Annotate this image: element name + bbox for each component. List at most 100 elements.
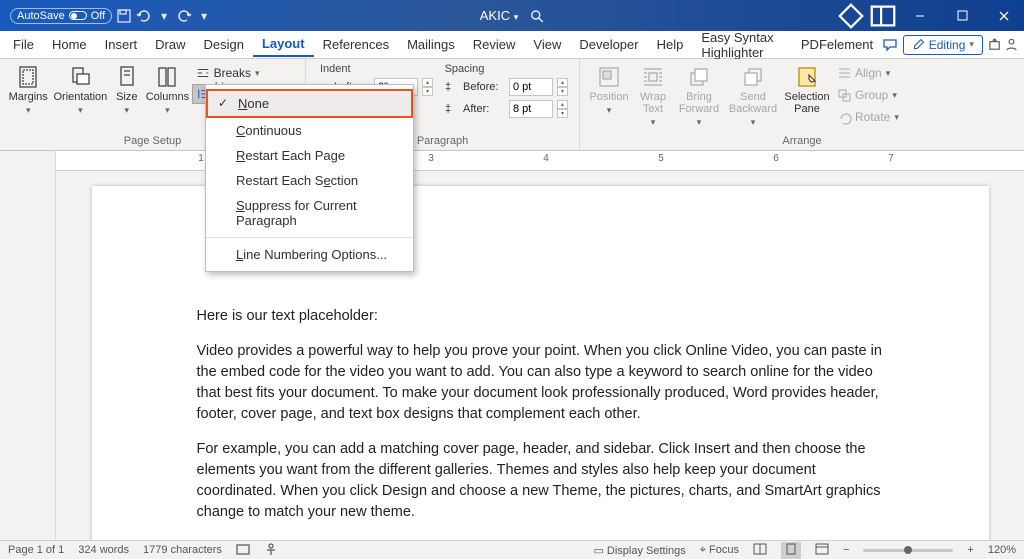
ribbon: Margins▾ Orientation▾ Size▾ Columns▾ Bre… [0,59,1024,151]
tab-easy-syntax[interactable]: Easy Syntax Highlighter [692,26,792,64]
group-label-btn: Group [855,88,888,102]
status-display-settings[interactable]: ▭ Display Settings [593,544,685,557]
view-web-icon[interactable] [815,543,829,558]
tab-pdfelement[interactable]: PDFelement [792,33,882,56]
minimize-button[interactable] [900,0,940,31]
workspace: Here is our text placeholder: Video prov… [0,171,1024,540]
size-label: Size [116,91,137,103]
status-words[interactable]: 324 words [78,544,129,556]
redo-icon[interactable] [176,8,192,24]
tab-mailings[interactable]: Mailings [398,33,464,56]
bring-forward-button[interactable]: Bring Forward▾ [674,61,724,128]
ruler-horizontal[interactable]: 1 2 3 4 5 6 7 [0,151,1024,171]
status-focus[interactable]: ⌖ Focus [700,544,739,557]
save-icon[interactable] [116,8,132,24]
status-page[interactable]: Page 1 of 1 [8,544,64,556]
ruler-tick-5: 5 [658,153,664,164]
rotate-label: Rotate [855,110,890,124]
document-name[interactable]: AKIC ▾ [480,8,519,23]
tab-review[interactable]: Review [464,33,525,56]
toggle-off-icon [69,11,87,20]
forward-label: Bring Forward [674,91,724,115]
tab-help[interactable]: Help [648,33,693,56]
spacing-after-input[interactable]: ▴▾ [509,99,568,119]
send-backward-button[interactable]: Send Backward▾ [726,61,780,128]
close-button[interactable] [984,0,1024,31]
arrange-group-label: Arrange [586,133,1018,150]
menu-suppress[interactable]: Suppress for Current Paragraph [206,193,413,233]
undo-more-icon[interactable]: ▾ [156,8,172,24]
ruler-tick-4: 4 [543,153,549,164]
spacing-before-input[interactable]: ▴▾ [509,77,568,97]
tab-view[interactable]: View [524,33,570,56]
spacing-after-icon: ‡ [445,103,457,115]
tab-draw[interactable]: Draw [146,33,194,56]
search-icon[interactable] [528,8,544,24]
share-icon[interactable] [987,33,1004,57]
menu-restart-page[interactable]: Restart Each Page [206,143,413,168]
ruler-vertical[interactable] [0,171,56,540]
zoom-in-button[interactable]: + [967,544,973,556]
view-read-icon[interactable] [753,543,767,558]
selection-pane-button[interactable]: Selection Pane [782,61,832,115]
pane-label: Selection Pane [782,91,832,115]
autosave-label: AutoSave [17,10,65,22]
breaks-label: Breaks [214,66,251,80]
indent-heading: Indent [320,63,351,75]
view-print-icon[interactable] [781,542,801,559]
doc-paragraph-3: For example, you can add a matching cove… [197,439,884,523]
tab-home[interactable]: Home [43,33,96,56]
after-label: After: [463,103,503,115]
zoom-slider[interactable] [863,549,953,552]
tab-references[interactable]: References [314,33,398,56]
menu-options[interactable]: Line Numbering Options... [206,242,413,267]
doc-paragraph-1: Here is our text placeholder: [197,306,884,327]
title-bar: AutoSave Off ▾ ▾ AKIC ▾ [0,0,1024,31]
tab-insert[interactable]: Insert [96,33,147,56]
maximize-button[interactable] [942,0,982,31]
comments-icon[interactable] [882,33,899,57]
account-icon[interactable] [1003,33,1020,57]
ruler-tick-3: 3 [428,153,434,164]
status-chars[interactable]: 1779 characters [143,544,222,556]
spacing-heading: Spacing [445,63,485,75]
customize-qat-icon[interactable]: ▾ [196,8,212,24]
columns-button[interactable]: Columns▾ [145,61,189,116]
editing-mode-button[interactable]: Editing ▾ [903,35,983,55]
zoom-level[interactable]: 120% [988,544,1016,556]
align-button[interactable]: Align▾ [834,63,903,83]
window-icon[interactable] [868,0,898,31]
orientation-label: Orientation [53,91,107,103]
ruler-tick-1: 1 [198,153,204,164]
status-accessibility-icon[interactable] [264,542,278,559]
menu-restart-section[interactable]: Restart Each Section [206,168,413,193]
menu-none[interactable]: NNoneone [206,89,413,118]
orientation-button[interactable]: Orientation▾ [52,61,108,116]
wrap-text-button[interactable]: Wrap Text▾ [634,61,672,128]
autosave-toggle[interactable]: AutoSave Off [10,8,112,24]
group-button[interactable]: Group▾ [834,85,903,105]
tab-design[interactable]: Design [195,33,253,56]
doc-paragraph-2: Video provides a powerful way to help yo… [197,341,884,425]
margins-label: Margins [9,91,48,103]
menu-continuous[interactable]: Continuous [206,118,413,143]
margins-button[interactable]: Margins▾ [6,61,50,116]
zoom-out-button[interactable]: − [843,544,849,556]
columns-label: Columns [146,91,189,103]
tab-file[interactable]: File [4,33,43,56]
tab-layout[interactable]: Layout [253,32,314,57]
rotate-button[interactable]: Rotate▾ [834,107,903,127]
size-button[interactable]: Size▾ [110,61,143,116]
position-button[interactable]: Position▾ [586,61,632,116]
menu-bar: File Home Insert Draw Design Layout Refe… [0,31,1024,59]
autosave-state: Off [91,10,105,22]
position-label: Position [589,91,628,103]
status-spellcheck-icon[interactable] [236,542,250,559]
backward-label: Send Backward [726,91,780,115]
diamond-icon[interactable] [836,0,866,31]
status-bar: Page 1 of 1 324 words 1779 characters ▭ … [0,540,1024,559]
tab-developer[interactable]: Developer [570,33,647,56]
ruler-tick-7: 7 [888,153,894,164]
undo-icon[interactable] [136,8,152,24]
editing-label: Editing [929,38,966,52]
